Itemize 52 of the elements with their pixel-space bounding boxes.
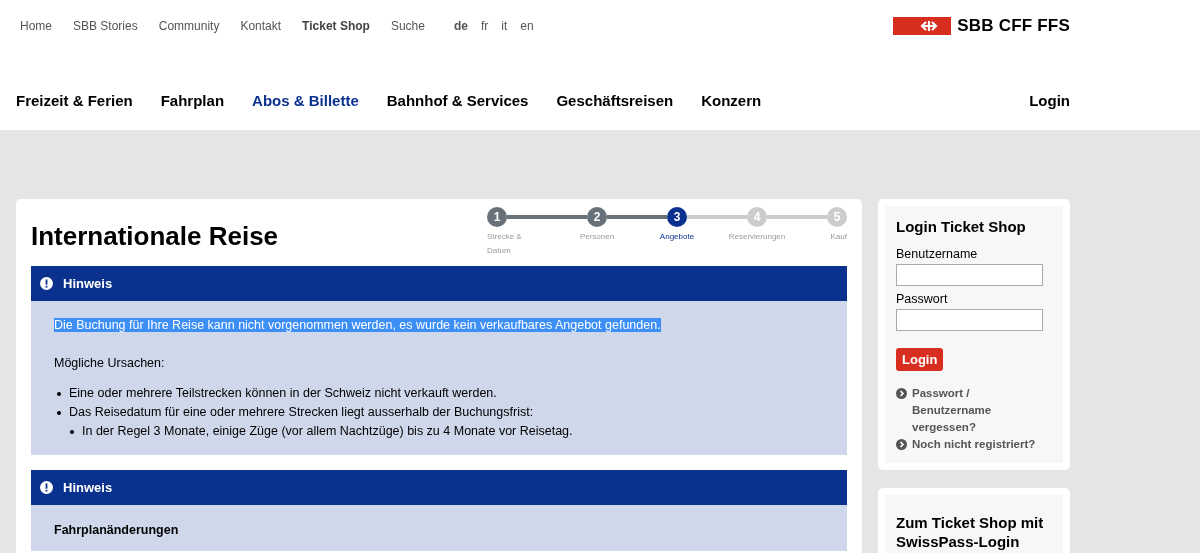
main-nav-link[interactable]: Abos & Billette	[252, 92, 359, 109]
language-link[interactable]: en	[520, 19, 534, 33]
step-label: Personen	[579, 231, 615, 243]
logo-icon	[893, 17, 952, 35]
top-nav-link[interactable]: Home	[20, 19, 52, 33]
login-title: Login Ticket Shop	[896, 218, 1027, 235]
top-nav-link[interactable]: Ticket Shop	[302, 19, 370, 33]
notice-heading: Fahrplanänderungen	[54, 522, 180, 537]
login-help-link[interactable]: Passwort / Benutzername vergessen?	[912, 385, 1042, 436]
main-nav-link[interactable]: Fahrplan	[160, 92, 225, 109]
page-title: Internationale Reise	[31, 221, 279, 253]
language-link[interactable]: fr	[480, 19, 489, 33]
top-nav-link[interactable]: Suche	[390, 19, 425, 33]
cause-text: Eine oder mehrere Teilstrecken können in der Schweiz nicht verkauft werden.	[69, 385, 497, 402]
notice-title: Hinweis	[63, 480, 113, 495]
language-link[interactable]: de	[453, 19, 468, 33]
notice-message: Die Buchung für Ihre Reise kann nicht vorgenommen werden, es wurde kein verkaufbares Angebot gefunden.	[54, 318, 661, 332]
bullet-icon	[70, 429, 74, 434]
step-label: Kauf	[830, 231, 847, 243]
main-nav-link[interactable]: Konzern	[701, 92, 762, 109]
step-number: 3	[667, 207, 687, 227]
step-label: Reservierungen	[728, 231, 786, 243]
step-number: 2	[587, 207, 607, 227]
login-link[interactable]: Login	[1029, 92, 1070, 109]
step-label: Angebote	[659, 231, 695, 243]
step-label: Strecke & Datum	[487, 231, 523, 257]
top-nav-link[interactable]: Kontakt	[240, 19, 282, 33]
logo-text: SBB CFF FFS	[957, 16, 1070, 36]
chevron-icon	[896, 388, 907, 399]
top-nav-link[interactable]: Community	[158, 19, 220, 33]
password-field[interactable]	[896, 309, 1043, 331]
swisspass-title: Zum Ticket Shop mit SwissPass-Login	[896, 513, 1045, 551]
chevron-icon	[896, 439, 907, 450]
cause-text: In der Regel 3 Monate, einige Züge (vor allem Nachtzüge) bis zu 4 Monate vor Reisetag.	[82, 423, 573, 440]
exclamation-icon	[40, 481, 53, 494]
main-nav-link[interactable]: Geschäftsreisen	[556, 92, 674, 109]
top-nav-link[interactable]: SBB Stories	[73, 19, 138, 33]
main-nav-link[interactable]: Freizeit & Ferien	[16, 92, 133, 109]
notice-title: Hinweis	[63, 276, 113, 291]
main-nav-link[interactable]: Bahnhof & Services	[386, 92, 529, 109]
username-field[interactable]	[896, 264, 1043, 286]
field-label: Benutzername	[896, 247, 979, 261]
exclamation-icon	[40, 277, 53, 290]
step-number: 1	[487, 207, 507, 227]
language-link[interactable]: it	[501, 19, 508, 33]
field-label: Passwort	[896, 292, 949, 306]
login-help-link[interactable]: Noch nicht registriert?	[912, 436, 1042, 453]
login-button[interactable]: Login	[896, 348, 944, 371]
cause-text: Das Reisedatum für eine oder mehrere Strecken liegt ausserhalb der Buchungsfrist:	[69, 404, 534, 421]
bullet-icon	[57, 410, 61, 415]
bullet-icon	[57, 391, 61, 396]
causes-heading: Mögliche Ursachen:	[54, 356, 166, 370]
